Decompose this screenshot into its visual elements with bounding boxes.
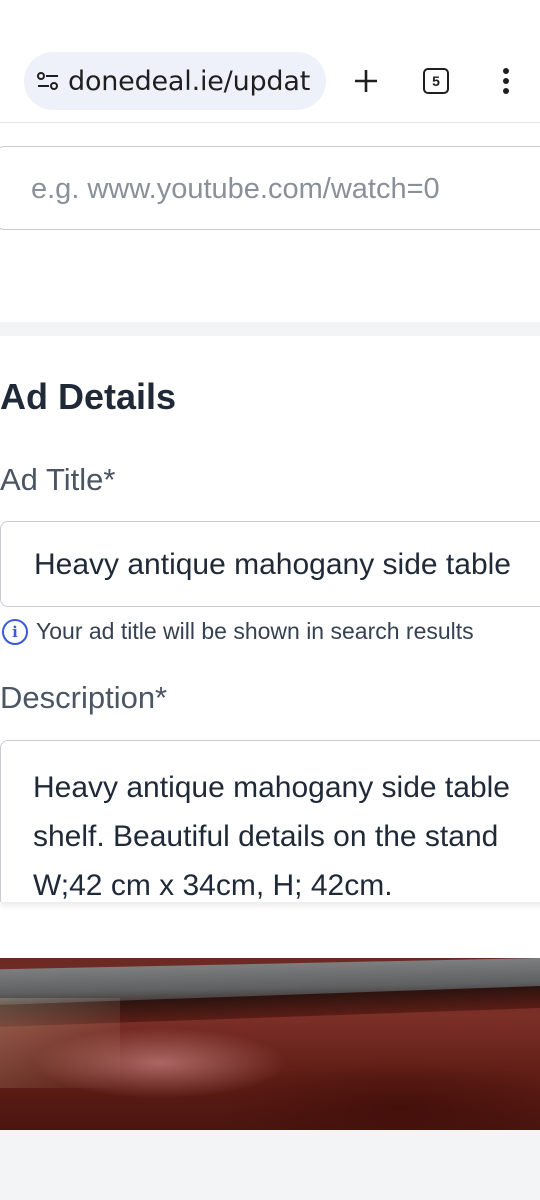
browser-menu-button[interactable]	[482, 56, 530, 106]
new-tab-button[interactable]	[342, 56, 390, 106]
listing-photo[interactable]	[0, 958, 540, 1130]
description-line: W;42 cm x 34cm, H; 42cm.	[33, 869, 393, 902]
tab-count: 5	[432, 73, 440, 89]
description-label: Description*	[0, 680, 168, 715]
description-line: shelf. Beautiful details on the stand	[33, 820, 499, 853]
video-url-field[interactable]	[0, 146, 540, 231]
page-background	[0, 1130, 540, 1200]
section-divider	[0, 322, 540, 336]
video-url-input[interactable]	[0, 147, 540, 231]
description-textarea[interactable]: Heavy antique mahogany side table shelf.…	[0, 740, 540, 902]
info-icon: i	[2, 618, 28, 645]
address-bar[interactable]: donedeal.ie/updat	[24, 52, 326, 110]
ad-title-hint: i Your ad title will be shown in search …	[2, 618, 474, 645]
ad-title-hint-text: Your ad title will be shown in search re…	[36, 618, 474, 644]
more-vert-icon	[503, 68, 509, 94]
ad-details-heading: Ad Details	[0, 376, 177, 417]
site-settings-icon[interactable]	[34, 67, 62, 95]
description-line: Heavy antique mahogany side table	[33, 771, 510, 804]
url-text[interactable]: donedeal.ie/updat	[68, 66, 310, 97]
ad-title-label: Ad Title*	[0, 462, 116, 497]
tab-switcher-button[interactable]: 5	[412, 56, 460, 106]
browser-toolbar: donedeal.ie/updat 5	[0, 0, 540, 123]
plus-icon	[355, 70, 377, 92]
ad-title-field[interactable]	[0, 521, 540, 608]
ad-title-input[interactable]	[1, 522, 540, 608]
photo-highlight	[0, 998, 120, 1088]
tab-switcher-icon: 5	[423, 68, 449, 94]
